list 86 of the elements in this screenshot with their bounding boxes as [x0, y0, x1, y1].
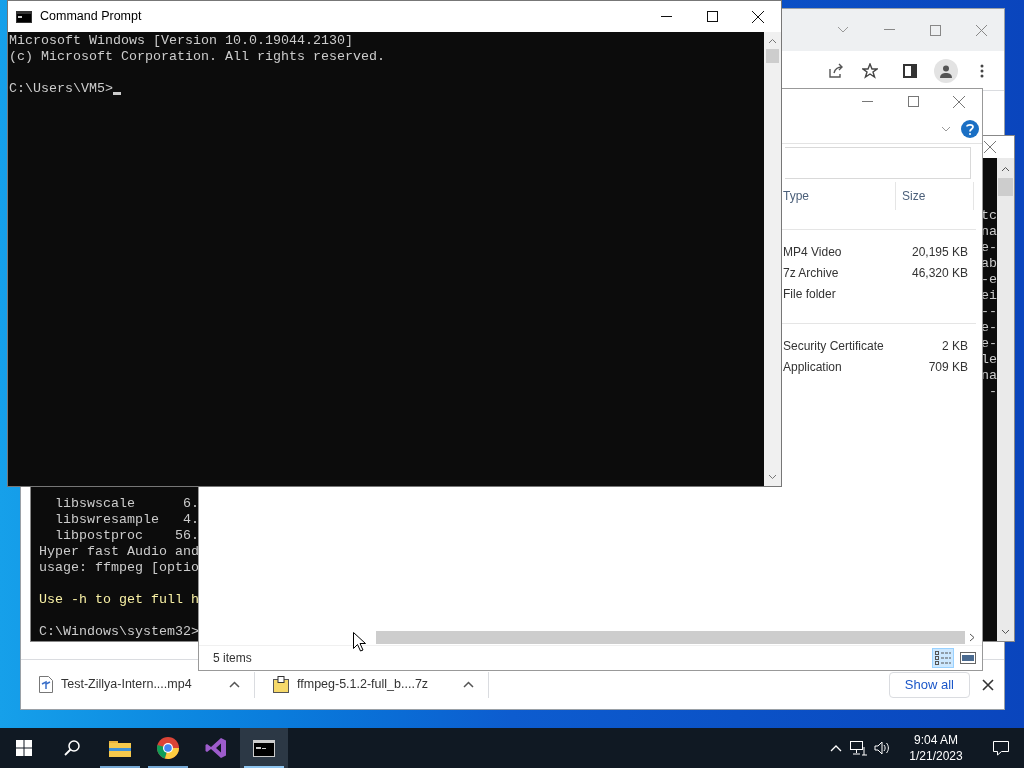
- search-field[interactable]: [785, 147, 971, 179]
- close-icon: [752, 10, 764, 23]
- search-icon: [64, 740, 80, 756]
- window-title: Command Prompt: [40, 8, 142, 26]
- console-line: usage: ffmpeg [optio: [39, 560, 199, 575]
- chevron-right-icon[interactable]: [969, 633, 975, 642]
- console-line: le: [981, 352, 997, 367]
- file-name: ffmpeg-5.1.2-full_b....7z: [297, 676, 429, 694]
- scrollbar-thumb[interactable]: [998, 178, 1013, 196]
- table-cell-text: 20,195 KB: [910, 243, 968, 261]
- console-line: -: [988, 384, 997, 399]
- item-count: 5 items: [213, 650, 252, 667]
- profile-button[interactable]: [934, 58, 958, 83]
- minimize-icon: [861, 100, 873, 103]
- close-icon: [975, 24, 987, 36]
- console-line: libpostproc 56.: [54, 528, 199, 543]
- close-icon: [982, 678, 994, 691]
- table-cell-text: 46,320 KB: [910, 264, 968, 282]
- folder-icon: [109, 739, 131, 757]
- console-line: Use -h to get full h: [39, 592, 199, 607]
- horizontal-scrollbar[interactable]: [376, 631, 965, 644]
- person-icon: [939, 63, 953, 78]
- maximize-icon: [929, 24, 941, 36]
- file-icon: [39, 676, 53, 693]
- table-cell-text: Security Certificate: [783, 337, 885, 355]
- date-text: 1/21/2023: [909, 748, 963, 764]
- table-cell-text: 2 KB: [941, 337, 968, 355]
- side-panel-icon: [903, 63, 917, 78]
- chevron-up-icon: [1001, 166, 1010, 172]
- network-icon: [849, 740, 867, 756]
- archive-icon: [273, 676, 289, 693]
- console-line: Hyper fast Audio and: [39, 544, 199, 559]
- console-line: --: [981, 304, 997, 319]
- mouse-cursor-icon: [353, 632, 366, 652]
- details-list-icon: [935, 651, 951, 665]
- console-line: libswscale 6.: [54, 496, 199, 511]
- close-icon: [984, 141, 996, 153]
- thumbnail-icon: [960, 652, 976, 664]
- chevron-up-icon: [229, 681, 240, 688]
- speech-bubble-icon: [993, 740, 1009, 756]
- console-line: C:\Windows\system32>: [39, 624, 199, 639]
- chevron-up-icon: [830, 744, 842, 752]
- infinity-icon: [205, 737, 227, 759]
- table-cell-text: 7z Archive: [783, 264, 840, 282]
- chevron-down-icon: [837, 26, 849, 34]
- windows-logo-icon: [16, 740, 32, 756]
- console-line: -e: [981, 272, 997, 287]
- minimize-icon: [660, 15, 672, 18]
- console-line: C:\Users\VM5>: [9, 81, 113, 97]
- terminal-icon: [253, 739, 275, 757]
- help-icon: [966, 122, 974, 135]
- chrome-icon: [156, 736, 180, 760]
- details-view-button[interactable]: [932, 648, 954, 668]
- terminal-icon: [16, 10, 32, 23]
- help-button[interactable]: [961, 119, 979, 138]
- column-header[interactable]: Type: [783, 182, 896, 210]
- maximize-icon: [706, 11, 718, 22]
- chevron-up-icon: [463, 681, 474, 688]
- table-cell-text: Application: [783, 358, 843, 376]
- star-icon: [862, 62, 878, 79]
- more-icon: [980, 63, 984, 78]
- clock[interactable]: 9:04 AM 1/21/2023: [894, 728, 978, 768]
- scrollbar-thumb[interactable]: [766, 49, 779, 63]
- console-line: tc: [981, 208, 997, 223]
- chevron-down-icon: [768, 474, 777, 480]
- maximize-icon: [907, 96, 919, 107]
- table-cell-text: File folder: [783, 285, 837, 303]
- chevron-down-icon: [941, 125, 951, 132]
- column-header[interactable]: Size: [896, 182, 974, 210]
- console-line: (c) Microsoft Corporation. All rights reserved.: [9, 49, 385, 65]
- taskbar-app-button[interactable]: [240, 728, 288, 768]
- table-cell-text: MP4 Video: [783, 243, 843, 261]
- table-cell-text: 709 KB: [927, 358, 968, 376]
- scrollbar[interactable]: [764, 32, 781, 486]
- file-name: Test-Zillya-Intern....mp4: [61, 676, 192, 694]
- console-line: Microsoft Windows [Version 10.0.19044.2130]: [9, 33, 353, 49]
- bookmark-button[interactable]: [860, 60, 880, 81]
- minimize-icon: [883, 29, 895, 31]
- console-line: libswresample 4.: [54, 512, 199, 527]
- time-text: 9:04 AM: [914, 732, 958, 748]
- speaker-icon: [874, 741, 890, 755]
- chevron-up-icon: [768, 38, 777, 44]
- chevron-down-icon: [1001, 629, 1010, 635]
- scrollbar[interactable]: [997, 158, 1014, 641]
- share-icon: [828, 62, 844, 79]
- close-icon: [953, 95, 965, 108]
